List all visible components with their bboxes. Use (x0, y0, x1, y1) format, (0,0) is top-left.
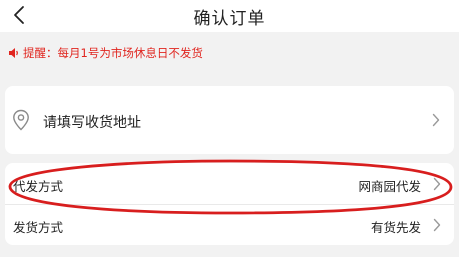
shipping-card: 代发方式 网商园代发 发货方式 有货先发 (5, 163, 454, 245)
chevron-right-icon (432, 113, 440, 127)
delivery-agent-label: 代发方式 (13, 179, 64, 194)
chevron-right-icon (433, 218, 441, 232)
ship-method-row[interactable]: 发货方式 有货先发 (5, 204, 454, 245)
delivery-agent-value: 网商园代发 (358, 179, 421, 194)
header-bar: 确认订单 (0, 0, 459, 32)
ship-method-label: 发货方式 (13, 220, 64, 235)
speaker-icon (9, 48, 18, 58)
location-pin-icon (13, 109, 29, 131)
delivery-agent-row[interactable]: 代发方式 网商园代发 (5, 163, 454, 205)
ship-method-value: 有货先发 (370, 220, 421, 235)
notice-text: 提醒：每月1号为市场休息日不发货 (23, 46, 203, 60)
notice-banner: 提醒：每月1号为市场休息日不发货 (0, 38, 459, 68)
page-title: 确认订单 (193, 9, 266, 29)
address-card[interactable]: 请填写收货地址 (5, 86, 454, 154)
address-placeholder: 请填写收货地址 (43, 115, 141, 131)
chevron-right-icon (433, 177, 441, 191)
